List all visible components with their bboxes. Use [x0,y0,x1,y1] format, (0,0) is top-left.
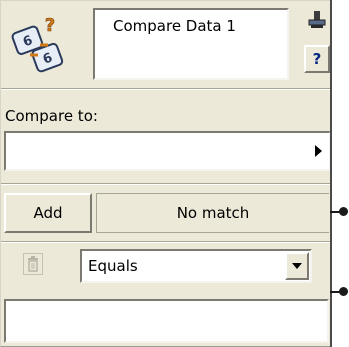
compare-data-icon: 6 6 ? [8,15,68,73]
svg-text:?: ? [45,15,55,36]
help-label: ? [312,50,322,68]
compare-to-field[interactable] [4,131,331,171]
node-border [330,0,332,347]
node-title: Compare Data 1 [113,17,236,35]
separator [1,183,331,185]
arrow-right-icon[interactable] [313,143,323,159]
chevron-down-icon[interactable] [285,252,309,280]
trash-icon[interactable] [23,253,43,275]
condition-selected: Equals [88,257,138,275]
add-button[interactable]: Add [4,193,92,233]
condition-select[interactable]: Equals [80,249,312,283]
match-status-box: No match [96,193,329,233]
output-connector-dot[interactable] [339,207,348,216]
condition-value-field[interactable] [4,299,329,343]
compare-to-label: Compare to: [5,107,98,125]
add-button-label: Add [33,204,63,222]
node-title-field[interactable]: Compare Data 1 [93,8,289,80]
separator [1,88,331,90]
help-button[interactable]: ? [304,45,330,73]
compare-data-node: 6 6 ? Compare Data 1 ? Compare to: Add N… [0,0,332,347]
match-status: No match [176,204,250,222]
separator [1,241,331,243]
output-connector-dot[interactable] [339,287,348,296]
pin-icon[interactable] [307,9,327,31]
